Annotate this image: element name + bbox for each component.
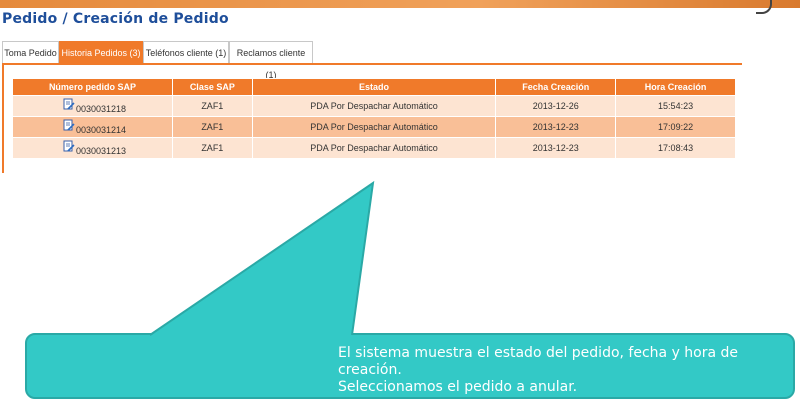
callout-text: El sistema muestra el estado del pedido,… [338,345,758,396]
callout-line-1: El sistema muestra el estado del pedido,… [338,345,739,378]
callout-line-2: Seleccionamos el pedido a anular. [338,379,578,395]
callout-pointer [149,180,375,336]
